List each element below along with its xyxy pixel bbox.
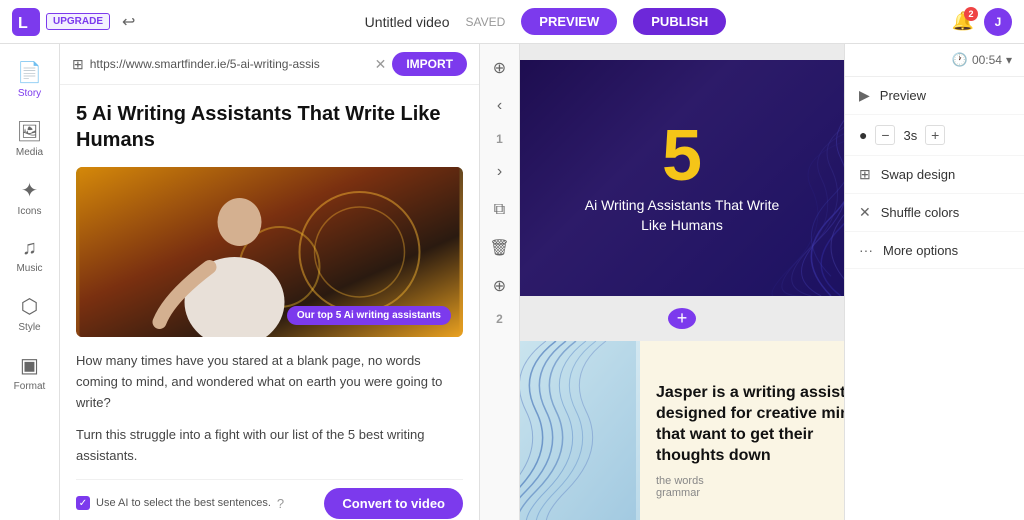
import-url: https://www.smartfinder.ie/5-ai-writing-… — [90, 57, 369, 71]
undo-button[interactable]: ↩ — [118, 8, 139, 36]
article-image-caption: Our top 5 Ai writing assistants — [287, 306, 451, 325]
topbar: L UPGRADE ↩ Untitled video SAVED PREVIEW… — [0, 0, 1024, 44]
convert-button[interactable]: Convert to video — [324, 488, 463, 519]
delete-slide-button[interactable]: 🗑 — [484, 232, 516, 264]
content-panel: ⊞ https://www.smartfinder.ie/5-ai-writin… — [60, 44, 480, 520]
center-tools: ⊕ ‹ 1 › ⧉ 🗑 ⊕ 2 — [480, 44, 520, 520]
right-panel: 🕐 00:54 ▾ ▶ Preview ● − 3s + ⊞ Swap desi… — [844, 44, 1024, 520]
ai-checkbox[interactable]: ✓ — [76, 496, 90, 510]
sidebar-label-style: Style — [18, 322, 40, 333]
slide-number-1: 1 — [492, 128, 507, 150]
add-slide-top-button[interactable]: ⊕ — [484, 52, 516, 84]
chevron-down-button[interactable]: › — [484, 156, 516, 188]
media-icon: 🖼 — [17, 119, 42, 144]
slide-number-2: 2 — [492, 308, 507, 330]
slide1-number: 5 — [662, 120, 702, 192]
link-icon: ⊞ — [72, 56, 84, 73]
add-slide-between-button[interactable]: + — [668, 308, 696, 329]
publish-button[interactable]: PUBLISH — [633, 8, 726, 35]
sidebar-label-format: Format — [14, 381, 46, 392]
add-slide-middle-button[interactable]: ⊕ — [484, 270, 516, 302]
topbar-right: 🔔 2 J — [952, 8, 1012, 36]
slide-2-preview[interactable]: Jasper is a writing assistant designed f… — [520, 341, 844, 520]
slide2-caption1: the words — [656, 475, 844, 487]
slide2-caption2: grammar — [656, 487, 844, 499]
swap-design-label: Swap design — [881, 167, 955, 182]
notification-icon[interactable]: 🔔 2 — [952, 11, 974, 32]
article-body2: Turn this struggle into a fight with our… — [76, 425, 463, 467]
preview-area: 5 Ai Writing Assistants That Write Like … — [520, 44, 844, 520]
copy-slide-button[interactable]: ⧉ — [484, 194, 516, 226]
slide-card-1[interactable]: 5 Ai Writing Assistants That Write Like … — [520, 60, 844, 296]
article-body1: How many times have you stared at a blan… — [76, 351, 463, 413]
preview-option[interactable]: ▶ Preview — [845, 77, 1024, 115]
slide-card-2[interactable]: Jasper is a writing assistant designed f… — [520, 341, 844, 520]
slide2-image — [520, 341, 640, 520]
play-icon: ▶ — [859, 87, 870, 104]
sidebar-label-story: Story — [18, 88, 41, 99]
shuffle-colors-label: Shuffle colors — [881, 205, 960, 220]
saved-label: SAVED — [466, 15, 506, 29]
import-button[interactable]: IMPORT — [392, 52, 467, 76]
preview-option-label: Preview — [880, 88, 926, 103]
article-content: 5 Ai Writing Assistants That Write Like … — [60, 85, 479, 520]
style-icon: ⬡ — [21, 294, 38, 319]
help-icon[interactable]: ? — [277, 496, 284, 511]
timer-bar[interactable]: 🕐 00:54 ▾ — [845, 44, 1024, 77]
more-icon: ··· — [859, 242, 873, 258]
slide2-text-area: Jasper is a writing assistant designed f… — [640, 341, 844, 520]
article-title: 5 Ai Writing Assistants That Write Like … — [76, 101, 463, 153]
sidebar-label-music: Music — [16, 263, 42, 274]
duration-row: ● − 3s + — [845, 115, 1024, 156]
video-title: Untitled video — [365, 14, 450, 30]
preview-button[interactable]: PREVIEW — [521, 8, 617, 35]
ai-checkbox-area: ✓ Use AI to select the best sentences. ? — [76, 496, 284, 511]
clear-url-button[interactable]: ✕ — [375, 56, 387, 73]
sidebar-item-style[interactable]: ⬡ Style — [4, 286, 56, 341]
sidebar-item-media[interactable]: 🖼 Media — [4, 111, 56, 166]
slide-1-preview[interactable]: 5 Ai Writing Assistants That Write Like … — [520, 60, 844, 296]
format-icon: ▣ — [20, 353, 39, 378]
article-image-wrap: Our top 5 Ai writing assistants — [76, 167, 463, 337]
sidebar-item-icons[interactable]: ✦ Icons — [4, 170, 56, 225]
more-options-label: More options — [883, 243, 958, 258]
slide2-title: Jasper is a writing assistant designed f… — [656, 383, 844, 466]
upgrade-badge[interactable]: UPGRADE — [46, 13, 110, 30]
topbar-center: Untitled video SAVED PREVIEW PUBLISH — [147, 8, 943, 35]
shuffle-colors-option[interactable]: ✕ Shuffle colors — [845, 194, 1024, 232]
user-avatar[interactable]: J — [984, 8, 1012, 36]
main-layout: 📄 Story 🖼 Media ✦ Icons ♫ Music ⬡ Style … — [0, 44, 1024, 520]
svg-text:L: L — [18, 15, 28, 32]
lumen5-logo: L — [12, 8, 40, 36]
more-options-option[interactable]: ··· More options — [845, 232, 1024, 269]
chevron-down-icon: ▾ — [1006, 53, 1012, 67]
slide1-subtitle: Ai Writing Assistants That Write Like Hu… — [582, 196, 782, 235]
sidebar-label-icons: Icons — [18, 206, 42, 217]
clock-icon: 🕐 — [952, 52, 968, 68]
icons-icon: ✦ — [21, 178, 38, 203]
article-bottom: ✓ Use AI to select the best sentences. ?… — [76, 479, 463, 519]
timer-value: 00:54 — [972, 53, 1002, 67]
ai-label: Use AI to select the best sentences. — [96, 497, 271, 509]
sidebar-item-music[interactable]: ♫ Music — [4, 229, 56, 282]
music-icon: ♫ — [22, 237, 37, 260]
sidebar-item-story[interactable]: 📄 Story — [4, 52, 56, 107]
duration-minus-button[interactable]: − — [875, 125, 895, 145]
chevron-up-button[interactable]: ‹ — [484, 90, 516, 122]
duration-icon: ● — [859, 127, 867, 143]
swap-icon: ⊞ — [859, 166, 871, 183]
notif-badge: 2 — [964, 7, 978, 21]
logo-area: L UPGRADE — [12, 8, 110, 36]
sidebar: 📄 Story 🖼 Media ✦ Icons ♫ Music ⬡ Style … — [0, 44, 60, 520]
shuffle-icon: ✕ — [859, 204, 871, 221]
sidebar-label-media: Media — [16, 147, 43, 158]
swap-design-option[interactable]: ⊞ Swap design — [845, 156, 1024, 194]
import-bar: ⊞ https://www.smartfinder.ie/5-ai-writin… — [60, 44, 479, 85]
sidebar-item-format[interactable]: ▣ Format — [4, 345, 56, 400]
slide2-wave-svg — [520, 341, 640, 520]
duration-value: 3s — [903, 128, 917, 143]
duration-plus-button[interactable]: + — [925, 125, 945, 145]
story-icon: 📄 — [17, 60, 42, 85]
checkmark-icon: ✓ — [79, 498, 87, 509]
